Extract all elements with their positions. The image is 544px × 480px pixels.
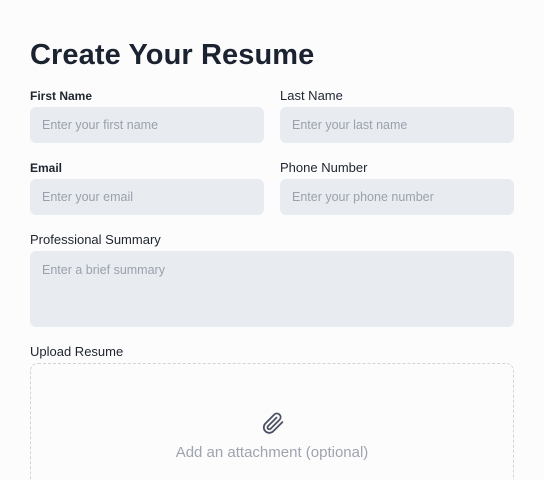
phone-number-label: Phone Number bbox=[280, 160, 368, 175]
page-title: Create Your Resume bbox=[30, 39, 315, 71]
phone-number-input[interactable] bbox=[280, 179, 514, 215]
last-name-input[interactable] bbox=[280, 107, 514, 143]
email-input[interactable] bbox=[30, 179, 264, 215]
upload-dropzone[interactable]: Add an attachment (optional) bbox=[30, 363, 514, 480]
paperclip-icon bbox=[262, 412, 284, 434]
upload-resume-label: Upload Resume bbox=[30, 344, 124, 359]
resume-form-page: Create Your Resume First Name Last Name … bbox=[0, 0, 544, 480]
professional-summary-label: Professional Summary bbox=[30, 232, 161, 247]
email-label: Email bbox=[30, 161, 63, 175]
professional-summary-textarea[interactable] bbox=[30, 251, 514, 327]
last-name-label: Last Name bbox=[280, 88, 343, 103]
upload-hint-text: Add an attachment (optional) bbox=[175, 444, 369, 461]
first-name-input[interactable] bbox=[30, 107, 264, 143]
first-name-label: First Name bbox=[30, 89, 93, 103]
